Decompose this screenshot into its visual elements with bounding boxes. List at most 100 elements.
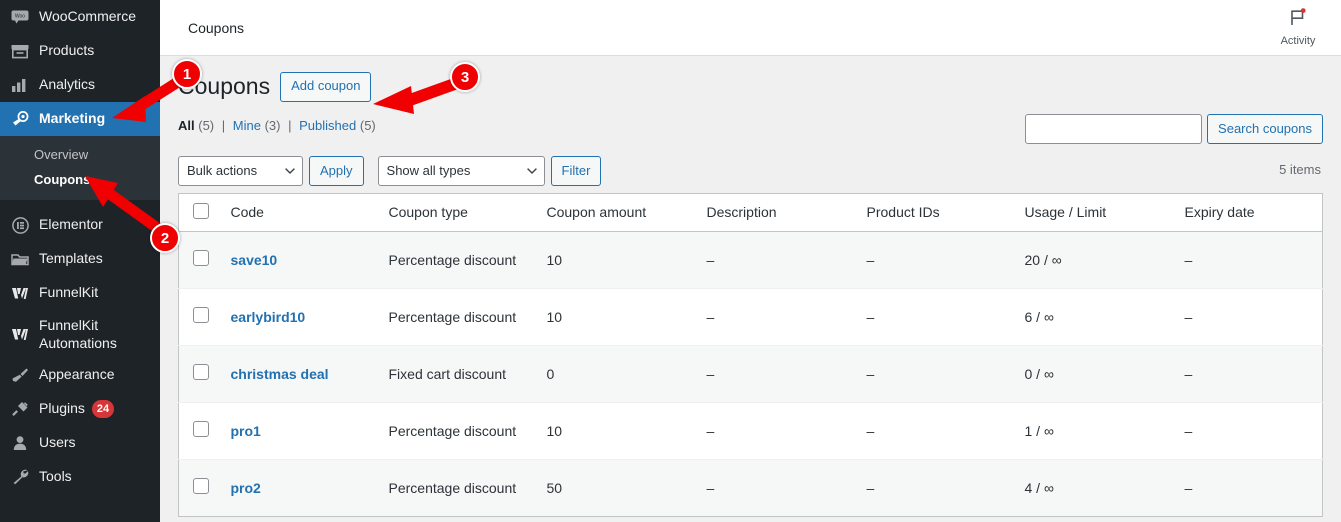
coupon-code-link[interactable]: earlybird10 [231, 309, 306, 325]
admin-screen: Woo WooCommerce Products Analytics Marke… [0, 0, 1341, 522]
sidebar-item-elementor[interactable]: Elementor [0, 208, 160, 242]
sidebar-item-appearance[interactable]: Appearance [0, 358, 160, 392]
sidebar-item-templates[interactable]: Templates [0, 242, 160, 276]
cell-code: earlybird10 [220, 287, 379, 346]
table-row: pro2 Percentage discount 50 – – 4 / ∞ – [178, 458, 1323, 517]
sidebar-item-tools[interactable]: Tools [0, 460, 160, 494]
column-header-expiry-date[interactable]: Expiry date [1174, 193, 1323, 232]
marketing-submenu: Overview Coupons [0, 136, 160, 200]
add-coupon-button[interactable]: Add coupon [280, 72, 372, 102]
row-checkbox[interactable] [193, 307, 209, 324]
cell-product-ids: – [856, 344, 1015, 403]
cell-expiry-date: – [1174, 458, 1323, 517]
view-all[interactable]: All (5) [178, 118, 214, 133]
sidebar-subitem-overview[interactable]: Overview [0, 142, 160, 167]
view-mine[interactable]: Mine (3) [233, 118, 281, 133]
cell-coupon-amount: 10 [536, 287, 697, 346]
sidebar-subitem-coupons[interactable]: Coupons [0, 167, 160, 192]
woocommerce-header: Coupons Activity [160, 0, 1341, 56]
cell-description: – [696, 287, 857, 346]
admin-sidebar: Woo WooCommerce Products Analytics Marke… [0, 0, 160, 522]
select-all-header [178, 193, 221, 232]
row-checkbox[interactable] [193, 364, 209, 381]
funnelkit-icon [10, 283, 30, 303]
sidebar-item-label: Elementor [39, 216, 103, 233]
row-checkbox[interactable] [193, 478, 209, 495]
cell-expiry-date: – [1174, 287, 1323, 346]
sidebar-item-label: Tools [39, 468, 72, 485]
page-body: Coupons Add coupon All (5) | Mine (3) | … [160, 56, 1341, 517]
plug-icon [10, 399, 30, 419]
cell-coupon-amount: 0 [536, 344, 697, 403]
sidebar-item-users[interactable]: Users [0, 426, 160, 460]
coupon-code-link[interactable]: save10 [231, 252, 278, 268]
filter-button[interactable]: Filter [550, 155, 602, 186]
sidebar-item-products[interactable]: Products [0, 34, 160, 68]
cell-usage-limit: 20 / ∞ [1014, 230, 1175, 289]
user-icon [10, 433, 30, 453]
cell-product-ids: – [856, 230, 1015, 289]
cell-usage-limit: 0 / ∞ [1014, 344, 1175, 403]
cell-coupon-type: Fixed cart discount [378, 344, 537, 403]
column-header-code[interactable]: Code [220, 193, 379, 232]
views-separator: | [221, 117, 226, 133]
coupon-type-select[interactable]: Show all types [377, 155, 545, 186]
plugins-update-badge: 24 [91, 400, 115, 418]
page-title: Coupons [178, 73, 271, 99]
breadcrumb: Coupons [188, 19, 245, 36]
sidebar-item-funnelkit[interactable]: FunnelKit [0, 276, 160, 310]
cell-description: – [696, 401, 857, 460]
items-count: 5 items [1279, 161, 1321, 177]
bulk-actions-select[interactable]: Bulk actions [178, 155, 303, 186]
cell-description: – [696, 344, 857, 403]
sidebar-item-label: Users [39, 434, 76, 451]
search-input[interactable] [1025, 113, 1203, 144]
megaphone-icon [10, 109, 30, 129]
woo-icon: Woo [10, 7, 30, 27]
coupon-code-link[interactable]: christmas deal [231, 366, 329, 382]
cell-expiry-date: – [1174, 401, 1323, 460]
column-header-coupon-type[interactable]: Coupon type [378, 193, 537, 232]
sidebar-item-label: Plugins [39, 400, 85, 417]
row-checkbox[interactable] [193, 250, 209, 267]
view-published[interactable]: Published (5) [299, 118, 376, 133]
sidebar-item-analytics[interactable]: Analytics [0, 68, 160, 102]
sidebar-item-woocommerce[interactable]: Woo WooCommerce [0, 0, 160, 34]
activity-label: Activity [1280, 35, 1316, 47]
column-header-description[interactable]: Description [696, 193, 857, 232]
row-select-cell [178, 230, 221, 289]
folder-icon [10, 249, 30, 269]
sidebar-item-funnelkit-automations[interactable]: FunnelKit Automations [0, 310, 160, 358]
row-select-cell [178, 344, 221, 403]
cell-expiry-date: – [1174, 230, 1323, 289]
row-checkbox[interactable] [193, 421, 209, 438]
cell-code: save10 [220, 230, 379, 289]
table-row: earlybird10 Percentage discount 10 – – 6… [178, 287, 1323, 346]
column-header-usage-limit[interactable]: Usage / Limit [1014, 193, 1175, 232]
sidebar-item-label: Products [39, 42, 95, 59]
column-header-coupon-amount[interactable]: Coupon amount [536, 193, 697, 232]
row-select-cell [178, 287, 221, 346]
coupon-code-link[interactable]: pro1 [231, 423, 261, 439]
sidebar-item-label: Templates [39, 250, 103, 267]
column-header-product-ids[interactable]: Product IDs [856, 193, 1015, 232]
coupons-table: Code Coupon type Coupon amount Descripti… [178, 192, 1323, 517]
sidebar-item-plugins[interactable]: Plugins 24 [0, 392, 160, 426]
sidebar-item-label: FunnelKit Automations [39, 316, 117, 351]
main-content: Coupons Activity Coupons Add coupon All … [160, 0, 1341, 522]
row-select-cell [178, 458, 221, 517]
sidebar-item-marketing[interactable]: Marketing [0, 102, 160, 136]
cell-coupon-amount: 10 [536, 401, 697, 460]
sidebar-item-label: WooCommerce [39, 8, 136, 25]
coupon-code-link[interactable]: pro2 [231, 480, 261, 496]
apply-button[interactable]: Apply [309, 155, 364, 186]
select-all-checkbox[interactable] [193, 202, 209, 219]
cell-coupon-amount: 50 [536, 458, 697, 517]
search-coupons-button[interactable]: Search coupons [1207, 113, 1323, 144]
cell-coupon-type: Percentage discount [378, 287, 537, 346]
activity-button[interactable]: Activity [1267, 0, 1329, 56]
svg-text:Woo: Woo [15, 14, 25, 20]
cell-expiry-date: – [1174, 344, 1323, 403]
funnelkit-icon [10, 324, 30, 344]
cell-coupon-amount: 10 [536, 230, 697, 289]
